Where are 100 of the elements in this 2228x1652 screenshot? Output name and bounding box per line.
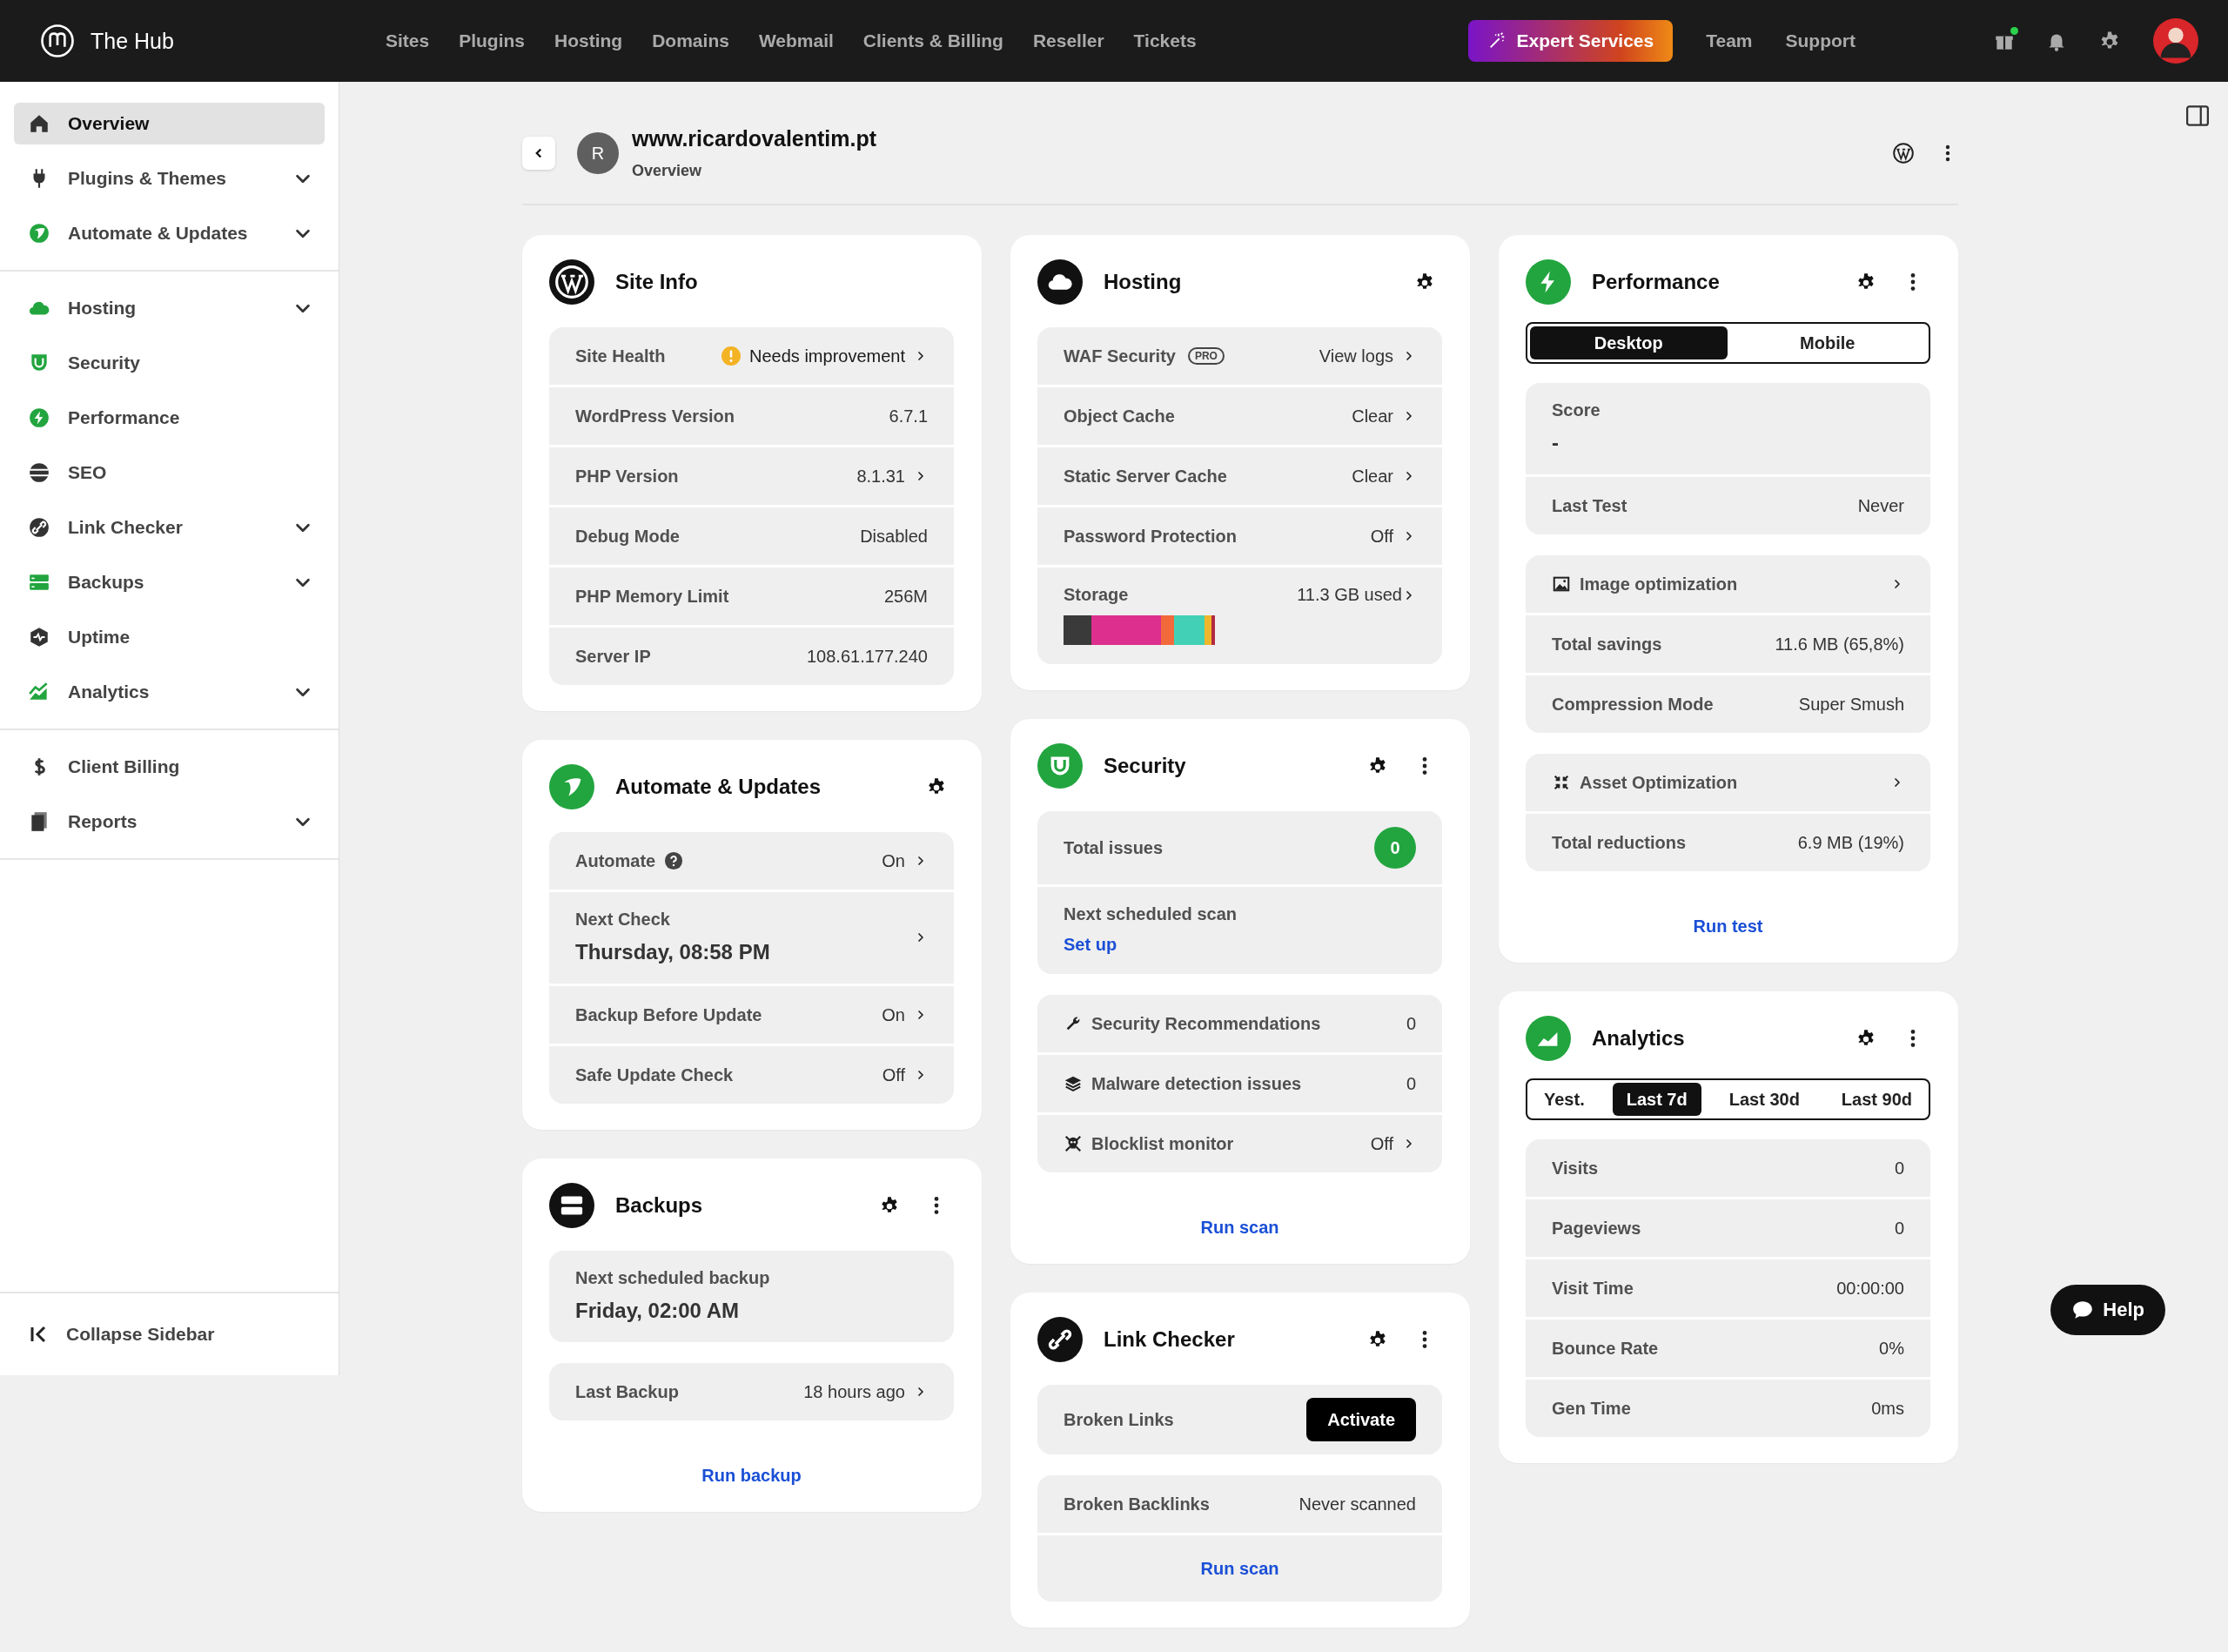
sidebar-item[interactable]: Hosting [14, 287, 325, 329]
row-label: Total issues [1064, 837, 1164, 858]
leaf-icon [28, 222, 50, 245]
row-label: Last Backup [575, 1381, 679, 1402]
site-domain: www.ricardovalentim.pt [632, 126, 877, 151]
sidebar-item[interactable]: Link Checker [14, 507, 325, 548]
sidebar-item[interactable]: Analytics [14, 671, 325, 713]
wordpress-icon[interactable] [1892, 142, 1915, 165]
row-value: 0 [1406, 1073, 1416, 1094]
nav-link[interactable]: Domains [652, 30, 729, 51]
tab[interactable]: Last 7d [1612, 1083, 1701, 1116]
wordpress-icon [549, 259, 594, 305]
row-value: 6.9 MB (19%) [1797, 832, 1904, 853]
bolt-icon [1526, 259, 1571, 305]
row-value: View logs [1319, 346, 1393, 366]
sidebar-item[interactable]: Uptime [14, 616, 325, 658]
collapse-sidebar-button[interactable]: Collapse Sidebar [0, 1292, 339, 1375]
row-label: Malware detection issues [1091, 1073, 1302, 1094]
row-value: 0 [1894, 1158, 1904, 1179]
row-value: Off [1370, 526, 1393, 547]
sidebar-item[interactable]: Security [14, 342, 325, 384]
sidebar-item[interactable]: Client Billing [14, 746, 325, 788]
row-value: Thursday, 08:58 PM [575, 940, 770, 964]
page-subtitle: Overview [632, 162, 703, 180]
side-panel-icon[interactable] [2184, 103, 2211, 129]
row-value: Clear [1352, 406, 1393, 426]
row-value: Never [1857, 495, 1904, 516]
row-label: PHP Memory Limit [575, 586, 729, 607]
row-value: Disabled [860, 526, 928, 547]
nav-link[interactable]: Team [1706, 30, 1753, 51]
sidebar-item[interactable]: Plugins & Themes [14, 158, 325, 199]
row-label: Bounce Rate [1552, 1338, 1659, 1359]
info-row[interactable]: Asset Optimization [1526, 754, 1930, 811]
row-label: Blocklist monitor [1091, 1133, 1234, 1154]
info-row[interactable]: Object Cache Clear [1037, 387, 1442, 445]
card-title: Site Info [615, 270, 699, 294]
row-value: 0 [1406, 1013, 1416, 1034]
help-button[interactable]: Help [2050, 1285, 2165, 1335]
row-label: WAF Security [1064, 346, 1176, 366]
row-label: Static Server Cache [1064, 466, 1227, 487]
info-row[interactable]: Static Server Cache Clear [1037, 447, 1442, 505]
row-value: 0 [1894, 1218, 1904, 1239]
row-value: 0ms [1871, 1398, 1904, 1419]
row-value: 00:00:00 [1836, 1278, 1904, 1299]
info-row[interactable]: PHP Version 8.1.31 [549, 447, 954, 505]
sidebar-item[interactable]: Backups [14, 561, 325, 603]
info-row[interactable]: Storage 11.3 GB used [1037, 567, 1442, 664]
row-label: Visit Time [1552, 1278, 1634, 1299]
nav-link[interactable]: Tickets [1133, 30, 1197, 51]
sidebar-item[interactable]: Automate & Updates [14, 212, 325, 254]
nav-link[interactable]: Reseller [1032, 30, 1104, 51]
sidebar-item[interactable]: Performance [14, 397, 325, 439]
row-label: Storage [1064, 585, 1129, 605]
row-label: Next Check [575, 910, 671, 930]
sidebar-item[interactable]: Reports [14, 801, 325, 843]
info-row[interactable]: Site Health Needs improvement [549, 327, 954, 385]
card-title: Link Checker [1104, 1327, 1236, 1352]
row-label: Automate [575, 850, 656, 871]
row-value: Needs improvement [749, 346, 905, 366]
logo-icon [40, 24, 75, 58]
nav-link[interactable]: Webmail [758, 30, 834, 51]
sidebar-item[interactable]: SEO [14, 452, 325, 494]
nav-link[interactable]: Clients & Billing [862, 30, 1003, 51]
sidebar-item[interactable]: Overview [14, 103, 325, 144]
row-label: Total reductions [1552, 832, 1687, 853]
avatar[interactable] [2153, 18, 2198, 64]
row-label: Asset Optimization [1580, 772, 1738, 793]
row-label: PHP Version [575, 466, 679, 487]
setup-link[interactable]: Set up [1064, 935, 1117, 955]
row-label: Next scheduled backup [575, 1268, 770, 1288]
tab[interactable]: Yest. [1530, 1083, 1599, 1116]
tab[interactable]: Desktop [1530, 326, 1728, 359]
row-label: Image optimization [1580, 574, 1738, 594]
row-value: On [882, 850, 905, 871]
card-title: Backups [615, 1193, 704, 1218]
footer-link[interactable]: Run test [1693, 917, 1763, 937]
footer-link[interactable]: Run backup [701, 1466, 802, 1486]
footer-link[interactable]: Run scan [1200, 1218, 1279, 1238]
info-row[interactable]: Password Protection Off [1037, 507, 1442, 565]
row-value: 256M [883, 586, 928, 607]
brand-name[interactable]: The Hub [91, 28, 174, 54]
nav-link[interactable]: Hosting [554, 30, 623, 51]
tab[interactable]: Last 30d [1715, 1083, 1814, 1116]
tab[interactable]: Mobile [1728, 326, 1926, 359]
row-label: Pageviews [1552, 1218, 1641, 1239]
nav-link[interactable]: Sites [386, 30, 430, 51]
expert-services-button[interactable]: Expert Services [1467, 20, 1674, 62]
row-label: Object Cache [1064, 406, 1175, 426]
nav-link[interactable]: Plugins [459, 30, 526, 51]
row-label: Password Protection [1064, 526, 1237, 547]
run-scan-link[interactable]: Run scan [1200, 1558, 1279, 1579]
tab[interactable]: Last 90d [1827, 1083, 1926, 1116]
row-label: Total savings [1552, 634, 1662, 655]
nav-link[interactable]: Support [1785, 30, 1856, 51]
info-row[interactable]: Image optimization [1526, 555, 1930, 613]
info-row[interactable]: WAF Security PRO View logs [1037, 327, 1442, 385]
card-title: Security [1104, 754, 1187, 778]
card-title: Automate & Updates [615, 775, 822, 799]
row-value: 0% [1879, 1338, 1904, 1359]
row-label: Compression Mode [1552, 694, 1714, 715]
